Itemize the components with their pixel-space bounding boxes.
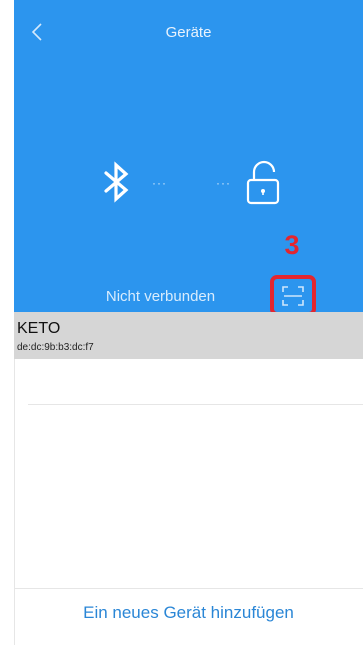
connection-dots-right: ··· (216, 176, 231, 190)
connection-dots-left: ··· (152, 176, 167, 190)
device-list-item[interactable]: KETO de:dc:9b:b3:dc:f7 (14, 312, 363, 359)
annotation-step-number: 3 (284, 230, 300, 260)
status-text: Nicht verbunden (105, 288, 216, 305)
scan-button[interactable] (270, 275, 316, 316)
device-name: KETO (17, 320, 61, 337)
bluetooth-icon (104, 161, 129, 203)
device-mac-address: de:dc:9b:b3:dc:f7 (17, 342, 94, 353)
left-margin (0, 0, 14, 645)
header-panel: Geräte ··· ··· 3 Nicht verbunden (14, 0, 363, 316)
scan-frame-icon (282, 285, 304, 306)
empty-list-row (28, 360, 363, 405)
page-title: Geräte (165, 24, 212, 41)
unlocked-padlock-icon (246, 160, 280, 205)
add-device-button[interactable]: Ein neues Gerät hinzufügen (14, 589, 363, 637)
